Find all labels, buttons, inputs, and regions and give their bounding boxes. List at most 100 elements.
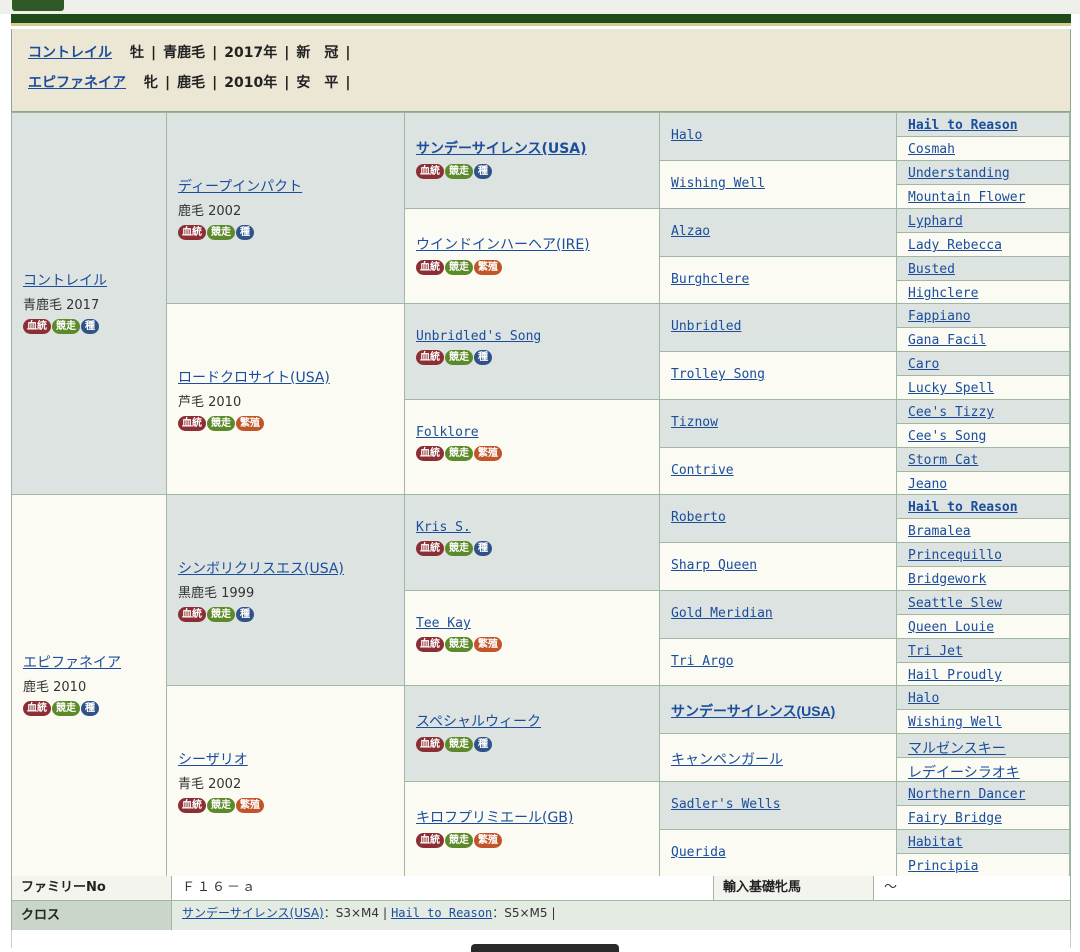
pedigree-badge[interactable]: 血統 (416, 541, 444, 556)
gen5-horse-link[interactable]: Bramalea (908, 524, 971, 539)
pedigree-badge[interactable]: 血統 (416, 164, 444, 179)
gen5-horse-link[interactable]: Halo (908, 691, 939, 706)
pedigree-badge[interactable]: 血統 (23, 701, 51, 716)
gen5-horse-link[interactable]: Bridgework (908, 572, 986, 587)
gen5-horse-link[interactable]: Lady Rebecca (908, 238, 1002, 253)
race-badge[interactable]: 競走 (207, 225, 235, 240)
gen5-horse-link[interactable]: Gana Facil (908, 333, 986, 348)
stud-badge[interactable]: 種 (81, 319, 99, 334)
gen5-horse-link[interactable]: マルゼンスキー (908, 738, 1006, 758)
gen5-horse-link[interactable]: Principia (908, 859, 978, 874)
race-badge[interactable]: 競走 (207, 798, 235, 813)
gen3-horse-link[interactable]: ウインドインハーヘア(IRE) (416, 234, 655, 254)
race-badge[interactable]: 競走 (207, 607, 235, 622)
cross-link-hail-to-reason[interactable]: Hail to Reason (391, 906, 492, 920)
race-badge[interactable]: 競走 (52, 701, 80, 716)
gen4-horse-link[interactable]: Burghclere (671, 272, 749, 287)
race-badge[interactable]: 競走 (445, 260, 473, 275)
gen4-horse-link[interactable]: Alzao (671, 224, 710, 239)
gen4-horse-link[interactable]: Wishing Well (671, 176, 765, 191)
gen5-horse-link[interactable]: Cosmah (908, 142, 955, 157)
gen5-horse-link[interactable]: Fairy Bridge (908, 811, 1002, 826)
gen5-horse-link[interactable]: Understanding (908, 166, 1010, 181)
stud-badge[interactable]: 種 (81, 701, 99, 716)
gen5-horse-link[interactable]: Mountain Flower (908, 190, 1025, 205)
gen2-horse-link[interactable]: ディープインパクト (178, 176, 400, 196)
gen5-horse-link[interactable]: Princequillo (908, 548, 1002, 563)
gen4-horse-link[interactable]: Gold Meridian (671, 606, 773, 621)
gen5-horse-link[interactable]: Queen Louie (908, 620, 994, 635)
gen5-horse-link[interactable]: Seattle Slew (908, 596, 1002, 611)
gen4-horse-link[interactable]: Roberto (671, 510, 726, 525)
gen4-horse-link[interactable]: Trolley Song (671, 367, 765, 382)
bottom-button[interactable] (471, 944, 619, 952)
broodmare-badge[interactable]: 繁殖 (474, 833, 502, 848)
race-badge[interactable]: 競走 (445, 737, 473, 752)
race-badge[interactable]: 競走 (52, 319, 80, 334)
gen4-horse-link[interactable]: Contrive (671, 463, 734, 478)
gen2-horse-link[interactable]: ロードクロサイト(USA) (178, 367, 400, 387)
broodmare-badge[interactable]: 繁殖 (236, 798, 264, 813)
gen5-horse-link[interactable]: Hail to Reason (908, 118, 1018, 133)
gen5-horse-link[interactable]: Cee's Tizzy (908, 405, 994, 420)
broodmare-badge[interactable]: 繁殖 (474, 637, 502, 652)
gen4-horse-link[interactable]: サンデーサイレンス(USA) (671, 701, 835, 721)
header-dam-link[interactable]: エピファネイア (28, 75, 126, 91)
gen5-horse-link[interactable]: Hail Proudly (908, 668, 1002, 683)
gen3-horse-link[interactable]: キロフプリミエール(GB) (416, 807, 655, 827)
pedigree-badge[interactable]: 血統 (416, 350, 444, 365)
pedigree-badge[interactable]: 血統 (178, 798, 206, 813)
gen3-horse-link[interactable]: サンデーサイレンス(USA) (416, 138, 655, 158)
stud-badge[interactable]: 種 (474, 164, 492, 179)
gen5-horse-link[interactable]: Fappiano (908, 309, 971, 324)
gen3-horse-link[interactable]: スペシャルウィーク (416, 711, 655, 731)
pedigree-badge[interactable]: 血統 (178, 416, 206, 431)
stud-badge[interactable]: 種 (474, 541, 492, 556)
gen3-horse-link[interactable]: Kris S. (416, 520, 655, 535)
pedigree-badge[interactable]: 血統 (23, 319, 51, 334)
gen5-horse-link[interactable]: レデイーシラオキ (908, 762, 1020, 782)
race-badge[interactable]: 競走 (445, 833, 473, 848)
stud-badge[interactable]: 種 (474, 350, 492, 365)
pedigree-badge[interactable]: 血統 (416, 737, 444, 752)
race-badge[interactable]: 競走 (445, 164, 473, 179)
gen2-horse-link[interactable]: シンボリクリスエス(USA) (178, 558, 400, 578)
gen5-horse-link[interactable]: Northern Dancer (908, 787, 1025, 802)
pedigree-badge[interactable]: 血統 (178, 607, 206, 622)
broodmare-badge[interactable]: 繁殖 (474, 446, 502, 461)
race-badge[interactable]: 競走 (445, 541, 473, 556)
gen5-horse-link[interactable]: Highclere (908, 286, 978, 301)
gen5-horse-link[interactable]: Lucky Spell (908, 381, 994, 396)
race-badge[interactable]: 競走 (207, 416, 235, 431)
gen4-horse-link[interactable]: キャンペンガール (671, 749, 783, 769)
gen4-horse-link[interactable]: Sadler's Wells (671, 797, 781, 812)
gen5-horse-link[interactable]: Caro (908, 357, 939, 372)
gen5-horse-link[interactable]: Jeano (908, 477, 947, 492)
gen5-horse-link[interactable]: Storm Cat (908, 453, 978, 468)
race-badge[interactable]: 競走 (445, 446, 473, 461)
gen1-horse-link[interactable]: エピファネイア (23, 652, 162, 672)
gen4-horse-link[interactable]: Halo (671, 128, 702, 143)
header-sire-link[interactable]: コントレイル (28, 45, 112, 61)
pedigree-badge[interactable]: 血統 (178, 225, 206, 240)
stud-badge[interactable]: 種 (474, 737, 492, 752)
pedigree-badge[interactable]: 血統 (416, 260, 444, 275)
gen4-horse-link[interactable]: Tiznow (671, 415, 718, 430)
top-tab[interactable] (12, 0, 64, 11)
gen2-horse-link[interactable]: シーザリオ (178, 749, 400, 769)
gen4-horse-link[interactable]: Unbridled (671, 319, 741, 334)
stud-badge[interactable]: 種 (236, 225, 254, 240)
gen4-horse-link[interactable]: Tri Argo (671, 654, 734, 669)
gen3-horse-link[interactable]: Folklore (416, 425, 655, 440)
gen3-horse-link[interactable]: Unbridled's Song (416, 329, 655, 344)
gen5-horse-link[interactable]: Busted (908, 262, 955, 277)
gen1-horse-link[interactable]: コントレイル (23, 270, 162, 290)
pedigree-badge[interactable]: 血統 (416, 637, 444, 652)
gen5-horse-link[interactable]: Habitat (908, 835, 963, 850)
cross-link-sunday-silence[interactable]: サンデーサイレンス(USA) (182, 906, 324, 920)
gen5-horse-link[interactable]: Wishing Well (908, 715, 1002, 730)
gen4-horse-link[interactable]: Sharp Queen (671, 558, 757, 573)
gen4-horse-link[interactable]: Querida (671, 845, 726, 860)
gen5-horse-link[interactable]: Cee's Song (908, 429, 986, 444)
stud-badge[interactable]: 種 (236, 607, 254, 622)
